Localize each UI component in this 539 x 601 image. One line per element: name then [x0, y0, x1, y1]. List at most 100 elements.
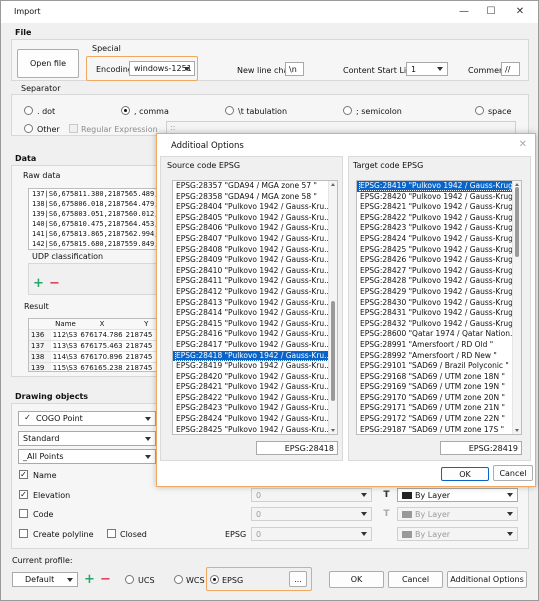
- scroll-up-icon[interactable]: [331, 183, 335, 186]
- result-table[interactable]: Name X Y 136 112\S3 676174.786 218745 13…: [28, 318, 168, 372]
- target-list-item[interactable]: EPSG:29168 "SAD69 / UTM zone 18N ": [357, 372, 521, 383]
- target-list-item[interactable]: EPSG:28991 "Amersfoort / RD Old ": [357, 340, 521, 351]
- minimize-icon[interactable]: —: [457, 5, 471, 19]
- table-row[interactable]: 138 114\S3 676170.896 218745: [29, 352, 167, 363]
- source-list-item[interactable]: EPSG:28419 "Pulkovo 1942 / Gauss-Kru...: [173, 361, 337, 372]
- source-list-item[interactable]: EPSG:28408 "Pulkovo 1942 / Gauss-Kru...: [173, 245, 337, 256]
- close-icon[interactable]: ✕: [519, 139, 527, 150]
- add-udp-icon[interactable]: +: [32, 277, 45, 290]
- target-list-item[interactable]: EPSG:29170 "SAD69 / UTM zone 20N ": [357, 393, 521, 404]
- point-group-select[interactable]: _All Points: [18, 449, 156, 464]
- source-list-item[interactable]: EPSG:28414 "Pulkovo 1942 / Gauss-Kru...: [173, 308, 337, 319]
- raw-data-list[interactable]: 137|S6,675811.380,2187565.489,411.3 138|…: [28, 188, 168, 250]
- source-list-item[interactable]: EPSG:28421 "Pulkovo 1942 / Gauss-Kru...: [173, 382, 337, 393]
- source-list-item[interactable]: EPSG:28425 "Pulkovo 1942 / Gauss-Kru...: [173, 425, 337, 434]
- closed-checkbox[interactable]: [107, 529, 116, 538]
- comma-radio[interactable]: [121, 106, 130, 115]
- target-list-item[interactable]: EPSG:29172 "SAD69 / UTM zone 22N ": [357, 414, 521, 425]
- target-epsg-input[interactable]: EPSG:28419: [440, 441, 522, 455]
- target-list-item[interactable]: EPSG:28426 "Pulkovo 1942 / Gauss-Krug...: [357, 255, 521, 266]
- cancel-button[interactable]: Cancel: [388, 571, 443, 588]
- source-list-item[interactable]: EPSG:28406 "Pulkovo 1942 / Gauss-Kru...: [173, 223, 337, 234]
- code-checkbox[interactable]: [19, 509, 28, 518]
- semicolon-radio[interactable]: [343, 106, 352, 115]
- scrollbar[interactable]: [328, 181, 337, 434]
- encoding-select[interactable]: windows-1251: [129, 61, 195, 76]
- target-list-item[interactable]: EPSG:28430 "Pulkovo 1942 / Gauss-Krug...: [357, 298, 521, 309]
- source-list-item[interactable]: EPSG:28416 "Pulkovo 1942 / Gauss-Kru...: [173, 329, 337, 340]
- target-list-item[interactable]: EPSG:28425 "Pulkovo 1942 / Gauss-Krug...: [357, 245, 521, 256]
- target-list-item[interactable]: EPSG:28423 "Pulkovo 1942 / Gauss-Krug...: [357, 223, 521, 234]
- target-list-item[interactable]: EPSG:28428 "Pulkovo 1942 / Gauss-Krug...: [357, 276, 521, 287]
- scrollbar[interactable]: [512, 181, 521, 434]
- remove-profile-icon[interactable]: −: [99, 573, 112, 586]
- table-row[interactable]: 139 115\S3 676165.238 218745: [29, 363, 167, 371]
- table-row[interactable]: 137 113\S3 676175.463 218745: [29, 341, 167, 352]
- dialog-ok-button[interactable]: OK: [441, 467, 489, 481]
- new-line-input[interactable]: \n: [285, 62, 304, 76]
- text-style-icon[interactable]: T: [380, 507, 393, 520]
- additional-options-button[interactable]: Additional Options: [447, 571, 527, 588]
- source-list-item[interactable]: EPSG:28413 "Pulkovo 1942 / Gauss-Kru...: [173, 298, 337, 309]
- regex-checkbox[interactable]: [69, 124, 78, 133]
- dot-radio[interactable]: [24, 106, 33, 115]
- source-list-item[interactable]: EPSG:28412 "Pulkovo 1942 / Gauss-Kru...: [173, 287, 337, 298]
- table-row[interactable]: 136 112\S3 676174.786 218745: [29, 330, 167, 341]
- code-color-select[interactable]: By Layer: [397, 507, 518, 521]
- source-epsg-list[interactable]: EPSG:28357 "GDA94 / MGA zone 57 " EPSG:28…: [172, 180, 338, 435]
- object-type-select[interactable]: ✓ COGO Point: [18, 411, 156, 426]
- elevation-height-select[interactable]: 0: [251, 488, 372, 502]
- content-start-select[interactable]: 1: [406, 62, 448, 76]
- profile-select[interactable]: Default: [12, 572, 78, 587]
- source-list-item[interactable]: EPSG:28418 "Pulkovo 1942 / Gauss-Kru...: [173, 350, 337, 362]
- epsg-select[interactable]: 0: [251, 527, 372, 541]
- source-list-item[interactable]: EPSG:28409 "Pulkovo 1942 / Gauss-Kru...: [173, 255, 337, 266]
- remove-udp-icon[interactable]: −: [48, 277, 61, 290]
- target-list-item[interactable]: EPSG:28419 "Pulkovo 1942 / Gauss-Krug...: [357, 181, 521, 192]
- source-epsg-input[interactable]: EPSG:28418: [256, 441, 338, 455]
- text-style-icon[interactable]: T: [380, 488, 393, 501]
- source-list-item[interactable]: EPSG:28422 "Pulkovo 1942 / Gauss-Kru...: [173, 393, 337, 404]
- epsg-radio[interactable]: [210, 575, 219, 584]
- target-list-item[interactable]: EPSG:28429 "Pulkovo 1942 / Gauss-Krug...: [357, 287, 521, 298]
- target-list-item[interactable]: EPSG:28427 "Pulkovo 1942 / Gauss-Krug...: [357, 266, 521, 277]
- open-file-button[interactable]: Open file: [17, 49, 79, 78]
- maximize-icon[interactable]: ☐: [484, 5, 498, 19]
- elevation-color-select[interactable]: By Layer: [397, 488, 518, 502]
- ok-button[interactable]: OK: [329, 571, 384, 588]
- style-select[interactable]: Standard: [18, 431, 156, 446]
- source-list-item[interactable]: EPSG:28415 "Pulkovo 1942 / Gauss-Kru...: [173, 319, 337, 330]
- dialog-cancel-button[interactable]: Cancel: [493, 465, 533, 481]
- target-list-item[interactable]: EPSG:29187 "SAD69 / UTM zone 17S ": [357, 425, 521, 434]
- scrollbar-thumb[interactable]: [331, 301, 335, 401]
- ucs-radio[interactable]: [125, 575, 134, 584]
- target-list-item[interactable]: EPSG:28424 "Pulkovo 1942 / Gauss-Krug...: [357, 234, 521, 245]
- wcs-radio[interactable]: [174, 575, 183, 584]
- source-list-item[interactable]: EPSG:28410 "Pulkovo 1942 / Gauss-Kru...: [173, 266, 337, 277]
- elevation-checkbox[interactable]: ✓: [19, 490, 28, 499]
- scroll-down-icon[interactable]: [331, 429, 335, 432]
- space-radio[interactable]: [475, 106, 484, 115]
- polyline-color-select[interactable]: By Layer: [397, 527, 518, 541]
- add-profile-icon[interactable]: +: [83, 573, 96, 586]
- polyline-checkbox[interactable]: [19, 529, 28, 538]
- source-list-item[interactable]: EPSG:28405 "Pulkovo 1942 / Gauss-Kru...: [173, 213, 337, 224]
- source-list-item[interactable]: EPSG:28411 "Pulkovo 1942 / Gauss-Kru...: [173, 276, 337, 287]
- target-list-item[interactable]: EPSG:28432 "Pulkovo 1942 / Gauss-Krug...: [357, 319, 521, 330]
- close-icon[interactable]: ✕: [513, 5, 527, 19]
- source-list-item[interactable]: EPSG:28420 "Pulkovo 1942 / Gauss-Kru...: [173, 372, 337, 383]
- source-list-item[interactable]: EPSG:28417 "Pulkovo 1942 / Gauss-Kru...: [173, 340, 337, 351]
- source-list-item[interactable]: EPSG:28358 "GDA94 / MGA zone 58 ": [173, 192, 337, 203]
- target-list-item[interactable]: EPSG:28420 "Pulkovo 1942 / Gauss-Krug...: [357, 192, 521, 203]
- target-list-item[interactable]: EPSG:28422 "Pulkovo 1942 / Gauss-Krug...: [357, 213, 521, 224]
- code-height-select[interactable]: 0: [251, 507, 372, 521]
- scroll-up-icon[interactable]: [515, 183, 519, 186]
- name-checkbox[interactable]: ✓: [19, 470, 28, 479]
- epsg-browse-button[interactable]: ...: [289, 571, 307, 587]
- source-list-item[interactable]: EPSG:28407 "Pulkovo 1942 / Gauss-Kru...: [173, 234, 337, 245]
- comment-input[interactable]: //: [501, 62, 520, 76]
- source-list-item[interactable]: EPSG:28424 "Pulkovo 1942 / Gauss-Kru...: [173, 414, 337, 425]
- target-list-item[interactable]: EPSG:28600 "Qatar 1974 / Qatar Nation...: [357, 329, 521, 340]
- scroll-down-icon[interactable]: [515, 429, 519, 432]
- other-radio[interactable]: [24, 124, 33, 133]
